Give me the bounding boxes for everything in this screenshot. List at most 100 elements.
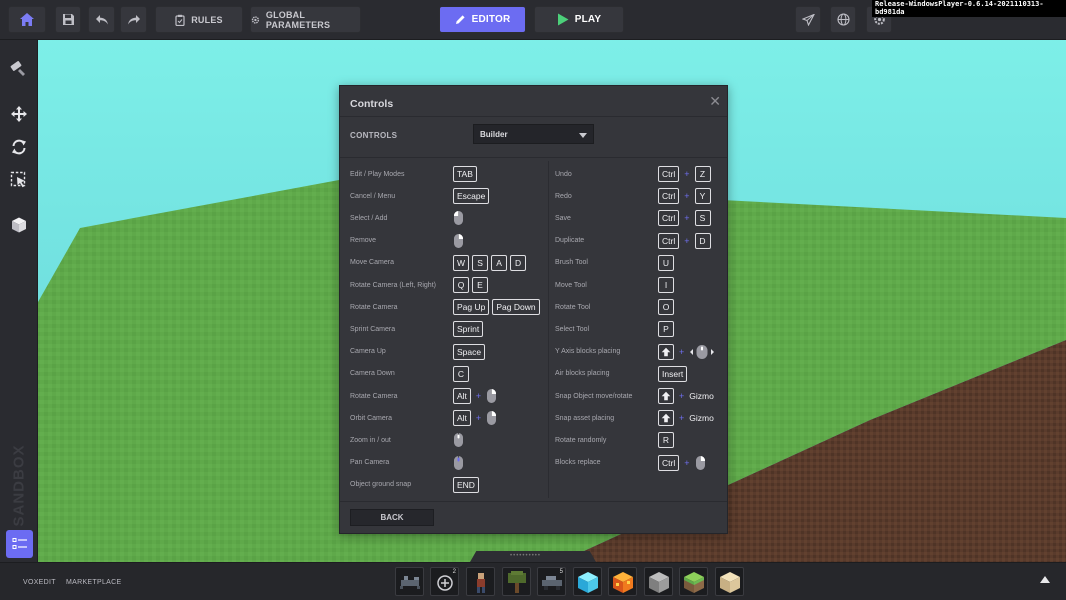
control-label: Sprint Camera bbox=[350, 325, 396, 333]
brush-tool-button[interactable] bbox=[7, 57, 31, 81]
control-label: Move Camera bbox=[350, 259, 394, 267]
keycap: Alt bbox=[453, 410, 471, 427]
control-label: Move Tool bbox=[555, 281, 587, 289]
plus-sign: + bbox=[679, 413, 685, 424]
control-label: Remove bbox=[350, 237, 377, 245]
plus-sign: + bbox=[684, 457, 690, 468]
control-row: Remove bbox=[350, 230, 550, 252]
divider bbox=[340, 116, 727, 117]
control-row: Pan Camera bbox=[350, 452, 550, 474]
rules-button[interactable]: RULES bbox=[155, 6, 243, 33]
clipboard-icon bbox=[175, 14, 185, 26]
build-version-label: Release-WindowsPlayer-0.6.14-2021110313-… bbox=[872, 0, 1066, 17]
rotate-tool-button[interactable] bbox=[7, 135, 31, 159]
bottom-bar: VOXEDIT MARKETPLACE bbox=[0, 562, 1066, 600]
shift-key-icon bbox=[658, 410, 674, 427]
asset-tool-button[interactable] bbox=[7, 213, 31, 237]
global-parameters-button[interactable]: GLOBAL PARAMETERS bbox=[250, 6, 361, 33]
control-row: Rotate Tool O bbox=[555, 296, 725, 318]
list-icon bbox=[12, 538, 27, 549]
play-label: PLAY bbox=[574, 14, 602, 25]
hotbar-slot-count: 5 bbox=[559, 569, 563, 575]
play-mode-button[interactable]: PLAY bbox=[534, 6, 624, 33]
key-binding bbox=[453, 432, 464, 448]
hotbar-slot[interactable] bbox=[679, 567, 708, 596]
scorpion-asset-icon bbox=[400, 576, 420, 589]
hotbar-slot[interactable] bbox=[573, 567, 602, 596]
keycap: Q bbox=[453, 277, 469, 293]
plus-sign: + bbox=[475, 391, 482, 401]
divider bbox=[340, 501, 727, 502]
pencil-icon bbox=[455, 15, 465, 24]
control-row: Rotate randomly R bbox=[555, 429, 725, 451]
redo-button[interactable] bbox=[120, 6, 147, 33]
back-button[interactable]: BACK bbox=[350, 509, 434, 526]
rotate-icon bbox=[12, 139, 26, 155]
mouse-middle-icon bbox=[454, 455, 463, 470]
hotbar-slot[interactable] bbox=[715, 567, 744, 596]
control-row: Move Tool I bbox=[555, 274, 725, 296]
close-icon[interactable]: ✕ bbox=[709, 94, 721, 108]
mouse-right-icon bbox=[487, 389, 497, 403]
hotbar-slot[interactable] bbox=[502, 567, 531, 596]
save-button[interactable] bbox=[55, 6, 81, 33]
key-binding: Escape bbox=[453, 188, 490, 205]
controls-dialog: Controls ✕ CONTROLS Builder Edit / Play … bbox=[339, 85, 728, 534]
hotbar-slot[interactable]: 5 bbox=[537, 567, 566, 596]
voxedit-link[interactable]: VOXEDIT bbox=[23, 579, 56, 586]
control-row: Blocks replace Ctrl + bbox=[555, 452, 725, 474]
control-row: Rotate Camera (Left, Right) Q E bbox=[350, 274, 550, 296]
character-asset-icon bbox=[477, 573, 485, 593]
stone-block-icon bbox=[649, 572, 669, 593]
keycap: O bbox=[658, 299, 674, 316]
key-binding bbox=[453, 455, 464, 471]
select-tool-button[interactable] bbox=[7, 168, 31, 192]
keycap: Pag Up bbox=[453, 299, 490, 316]
expand-up-icon[interactable] bbox=[1040, 576, 1050, 583]
control-label: Camera Up bbox=[350, 348, 386, 356]
controls-toggle-button[interactable] bbox=[6, 530, 33, 558]
select-cursor-icon bbox=[10, 171, 26, 188]
key-binding: O bbox=[658, 299, 674, 316]
hotbar-slot[interactable] bbox=[395, 567, 424, 596]
keycap: I bbox=[658, 277, 674, 293]
plus-sign: + bbox=[679, 346, 685, 357]
key-binding: END bbox=[453, 476, 479, 493]
hotbar-slot[interactable]: 2 bbox=[430, 567, 459, 596]
publish-button[interactable] bbox=[795, 6, 821, 33]
keycap: A bbox=[491, 254, 508, 271]
move-tool-button[interactable] bbox=[7, 102, 31, 126]
control-row: Duplicate Ctrl + D bbox=[555, 230, 725, 252]
move-arrows-icon bbox=[11, 106, 27, 122]
sand-block-icon bbox=[720, 572, 740, 593]
lava-block-icon bbox=[613, 572, 633, 593]
control-row: Camera Down C bbox=[350, 363, 550, 385]
control-row: Rotate Camera Pag Up Pag Down bbox=[350, 296, 550, 318]
key-binding: + bbox=[658, 343, 715, 360]
control-row: Y Axis blocks placing + bbox=[555, 341, 725, 363]
sandbox-logo-text: SANDBOX bbox=[10, 443, 28, 527]
controls-mode-dropdown[interactable]: Builder bbox=[473, 124, 594, 144]
control-label: Blocks replace bbox=[555, 459, 601, 467]
home-button[interactable] bbox=[8, 6, 46, 33]
control-row: Undo Ctrl + Z bbox=[555, 163, 725, 185]
keycap: Y bbox=[694, 188, 711, 205]
keycap: S bbox=[472, 254, 489, 271]
keycap: R bbox=[658, 432, 674, 449]
key-binding: Sprint bbox=[453, 321, 484, 338]
marketplace-link[interactable]: MARKETPLACE bbox=[66, 579, 121, 586]
chevron-down-icon bbox=[579, 133, 587, 138]
hotbar-slot[interactable] bbox=[644, 567, 673, 596]
editor-mode-button[interactable]: EDITOR bbox=[439, 6, 526, 33]
keycap: END bbox=[453, 476, 479, 493]
controls-label: CONTROLS bbox=[350, 131, 398, 140]
plus-sign: + bbox=[684, 213, 690, 224]
language-button[interactable] bbox=[830, 6, 856, 33]
key-binding: I bbox=[658, 277, 674, 293]
control-row: Rotate Camera Alt + bbox=[350, 385, 550, 407]
undo-button[interactable] bbox=[88, 6, 115, 33]
controls-mode-value: Builder bbox=[480, 130, 508, 139]
hotbar-slot[interactable] bbox=[608, 567, 637, 596]
control-label: Cancel / Menu bbox=[350, 192, 396, 200]
hotbar-slot[interactable] bbox=[466, 567, 495, 596]
